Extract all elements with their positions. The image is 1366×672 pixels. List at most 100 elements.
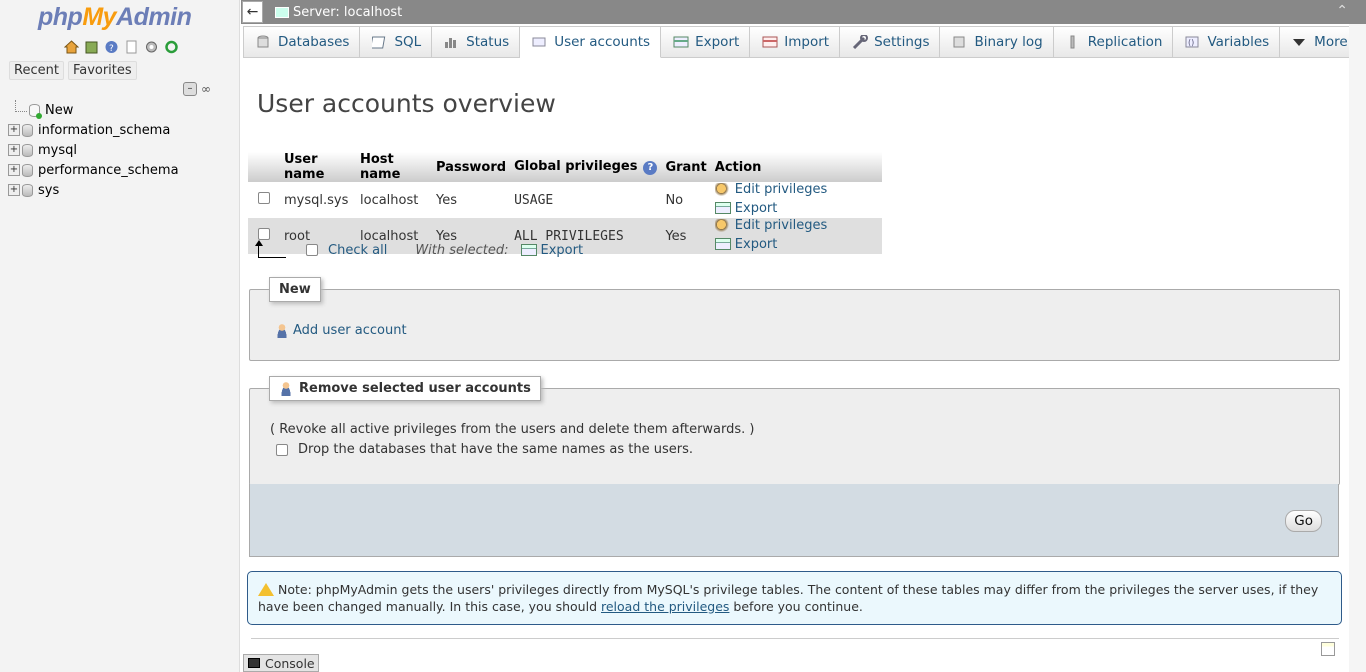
with-selected-label: With selected: (415, 242, 509, 258)
database-icon[interactable] (83, 39, 100, 55)
export-label[interactable]: Export (735, 237, 778, 252)
add-user-account-link[interactable]: Add user account (275, 323, 407, 338)
header-password[interactable]: Password (432, 152, 511, 182)
tree-item-label[interactable]: mysql (38, 143, 77, 158)
tree-item-performance-schema[interactable]: + performance_schema (8, 160, 238, 180)
expand-icon[interactable]: + (8, 124, 20, 136)
logo-php: php (38, 3, 83, 31)
edit-privileges-link[interactable]: Edit privileges (714, 182, 827, 197)
bulk-export-label[interactable]: Export (541, 243, 584, 258)
remove-users-fieldset: Remove selected user accounts ( Revoke a… (249, 376, 1340, 485)
help-icon[interactable]: ? (643, 161, 658, 175)
page-settings-icon[interactable] (1321, 642, 1335, 656)
tab-sql[interactable]: SQL (360, 26, 433, 58)
tab-user-accounts[interactable]: User accounts (520, 26, 662, 58)
header-grant[interactable]: Grant (661, 152, 711, 182)
recent-button[interactable]: Recent (9, 61, 64, 80)
tab-status[interactable]: Status (432, 26, 521, 58)
vertical-scrollbar[interactable] (1349, 24, 1366, 672)
link-icon[interactable]: ∞ (201, 82, 211, 96)
import-icon (762, 35, 778, 49)
expand-icon[interactable]: + (8, 164, 20, 176)
tree-item-label[interactable]: sys (38, 183, 59, 198)
edit-privileges-label[interactable]: Edit privileges (735, 182, 827, 197)
server-breadcrumb[interactable]: Server: localhost (275, 5, 402, 20)
row-checkbox[interactable] (258, 192, 270, 204)
header-user-name[interactable]: User name (280, 152, 356, 182)
remove-description: ( Revoke all active privileges from the … (270, 422, 755, 437)
server-icon (275, 6, 289, 18)
export-user-link[interactable]: Export (714, 201, 778, 216)
row-checkbox[interactable] (258, 228, 270, 240)
tab-variables[interactable]: () Variables (1173, 26, 1281, 58)
edit-privileges-link[interactable]: Edit privileges (714, 218, 827, 233)
tree-item-new[interactable]: New (8, 100, 238, 120)
drop-databases-option[interactable]: Drop the databases that have the same na… (276, 442, 693, 457)
export-icon (714, 238, 731, 250)
tab-settings[interactable]: Settings (840, 26, 941, 58)
tab-label: Replication (1087, 34, 1163, 50)
warning-icon (258, 583, 274, 596)
header-host-name[interactable]: Host name (356, 152, 432, 182)
tab-label: More (1314, 34, 1348, 50)
bulk-export-button[interactable]: Export (520, 243, 584, 258)
edit-privileges-label[interactable]: Edit privileges (735, 218, 827, 233)
collapse-top-icon[interactable]: ⌃ (1336, 3, 1348, 19)
tab-label: Databases (278, 34, 350, 50)
tab-label: User accounts (554, 34, 651, 50)
tree-connector (15, 100, 27, 112)
cell-grant: Yes (661, 218, 711, 254)
console-label[interactable]: Console (265, 656, 315, 671)
remove-user-icon (279, 381, 293, 396)
help-icon[interactable]: ? (103, 39, 120, 55)
tree-item-information-schema[interactable]: + information_schema (8, 120, 238, 140)
tab-label: Settings (874, 34, 930, 50)
tab-more[interactable]: More (1280, 26, 1359, 58)
tree-item-sys[interactable]: + sys (8, 180, 238, 200)
reload-icon[interactable] (163, 39, 180, 55)
export-label[interactable]: Export (735, 201, 778, 216)
tree-item-label[interactable]: New (45, 103, 73, 118)
phpmyadmin-logo[interactable]: phpMyAdmin (38, 3, 192, 32)
tree-item-label[interactable]: performance_schema (38, 163, 179, 178)
tab-replication[interactable]: Replication (1053, 26, 1174, 58)
drop-databases-label[interactable]: Drop the databases that have the same na… (298, 442, 693, 457)
divider (251, 638, 1339, 639)
check-all-label[interactable]: Check all (328, 243, 387, 258)
cell-password: Yes (432, 182, 511, 218)
tree-item-label[interactable]: information_schema (38, 123, 170, 138)
svg-text:(): () (1188, 38, 1194, 47)
tab-binary-log[interactable]: Binary log (940, 26, 1054, 58)
server-label-text[interactable]: Server: localhost (293, 5, 402, 20)
export-icon (520, 244, 537, 256)
drop-databases-checkbox[interactable] (276, 443, 288, 456)
tab-import[interactable]: Import (750, 26, 841, 58)
tab-label: Status (466, 34, 510, 50)
home-icon[interactable] (63, 39, 80, 55)
check-all-checkbox[interactable] (306, 244, 318, 256)
gear-icon[interactable] (143, 39, 160, 55)
tab-label: Export (695, 34, 740, 50)
go-button[interactable]: Go (1285, 510, 1322, 532)
collapse-navigation-button[interactable]: ← (242, 1, 263, 23)
tab-databases[interactable]: Databases (243, 26, 361, 58)
document-icon[interactable] (123, 39, 140, 55)
recent-favorites-tabs: Recent Favorites (9, 61, 137, 80)
console-toggle[interactable]: Console (243, 654, 319, 672)
logo-my: My (82, 3, 117, 31)
collapse-all-icon[interactable]: – (183, 82, 197, 96)
header-global-privileges-label: Global privileges (514, 159, 638, 174)
header-global-privileges[interactable]: Global privileges? (510, 152, 662, 182)
expand-icon[interactable]: + (8, 144, 20, 156)
add-user-account-label[interactable]: Add user account (293, 323, 407, 338)
expand-icon[interactable]: + (8, 184, 20, 196)
sql-icon (370, 35, 386, 49)
add-user-icon (275, 323, 289, 338)
tree-item-mysql[interactable]: + mysql (8, 140, 238, 160)
reload-privileges-link[interactable]: reload the privileges (601, 599, 729, 614)
header-action: Action (710, 152, 882, 182)
tab-export[interactable]: Export (661, 26, 751, 58)
edit-privileges-icon (714, 182, 731, 197)
export-user-link[interactable]: Export (714, 237, 778, 252)
favorites-button[interactable]: Favorites (67, 61, 137, 80)
